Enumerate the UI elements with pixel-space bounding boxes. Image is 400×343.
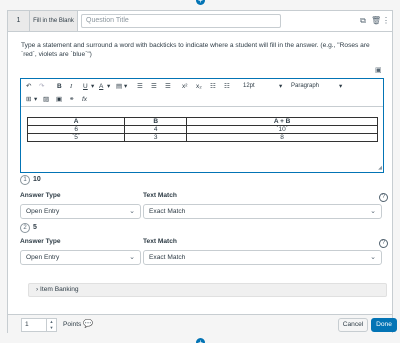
table-header-cell[interactable]: A + B [186,117,378,126]
table-cell[interactable]: 6 [26,125,126,134]
answer-type-value: Open Entry [26,254,60,261]
help-icon[interactable]: ? [379,239,388,248]
answer-type-select[interactable]: Open Entry ⌄ [20,250,141,265]
italic-icon[interactable]: I [70,82,72,91]
chevron-down-icon[interactable]: ▾ [107,82,110,91]
points-input[interactable]: 1 ▲ ▼ [21,318,57,332]
text-match-select[interactable]: Exact Match ⌄ [143,204,382,219]
embed-icon[interactable]: ▣ [375,66,382,74]
table-cell[interactable]: `10` [186,125,378,134]
text-match-select[interactable]: Exact Match ⌄ [143,250,382,265]
image-icon[interactable]: ▨ [43,95,49,104]
align-center-icon[interactable]: ☰ [151,82,157,91]
table-icon[interactable]: ⊞ [26,95,31,104]
text-match-value: Exact Match [149,208,186,215]
redo-icon[interactable]: ↷ [39,82,44,91]
drag-handle-icon[interactable]: ⋮ [382,16,390,25]
question-header: 1 Fill in the Blank Question Title ⧉ 🗑 ⋮ [8,11,392,32]
text-color-icon[interactable]: A [99,82,103,91]
rich-text-editor[interactable]: ↶ ↷ B I U ▾ A ▾ ▤ ▾ ☰ ☰ ☰ x² x₂ ☷ ☷ 12pt… [20,78,384,173]
points-stepper[interactable]: ▲ ▼ [46,319,56,331]
answer-type-label: Answer Type [20,192,61,199]
undo-icon[interactable]: ↶ [26,82,31,91]
add-question-above-button[interactable]: + [196,0,205,5]
chevron-right-icon: › [36,286,39,293]
points-value: 1 [25,321,29,328]
align-left-icon[interactable]: ☰ [137,82,143,91]
subscript-icon[interactable]: x₂ [196,82,202,91]
chevron-down-icon[interactable]: ▾ [279,82,282,91]
chevron-down-icon[interactable]: ▾ [91,82,94,91]
question-footer: 1 ▲ ▼ Points 💬 Cancel Done [8,314,397,333]
font-size-select[interactable]: 12pt [243,81,255,91]
answer-type-select[interactable]: Open Entry ⌄ [20,204,141,219]
item-banking-toggle[interactable]: › Item Banking [28,283,387,297]
table-header-row: A B A + B [26,117,378,126]
chevron-down-icon: ⌄ [129,208,135,215]
feedback-icon[interactable]: 💬 [83,319,93,328]
underline-icon[interactable]: U [83,82,88,91]
chevron-down-icon[interactable]: ▾ [339,82,342,91]
item-banking-label: Item Banking [40,286,79,293]
answer-index-badge: 1 [20,175,30,185]
chevron-down-icon: ⌄ [129,254,135,261]
text-match-label: Text Match [143,192,177,199]
link-icon[interactable]: ⚭ [69,95,74,104]
answer-type-value: Open Entry [26,208,60,215]
editor-toolbar: ↶ ↷ B I U ▾ A ▾ ▤ ▾ ☰ ☰ ☰ x² x₂ ☷ ☷ 12pt… [21,79,383,107]
bold-icon[interactable]: B [57,82,62,91]
table-cell[interactable]: 4 [124,125,188,134]
table-row: 6 4 `10` [26,125,378,134]
answer-index-badge: 2 [20,223,30,233]
chevron-down-icon: ⌄ [370,208,376,215]
table-cell[interactable]: `5` [26,133,126,142]
question-number: 1 [8,11,30,31]
numbered-list-icon[interactable]: ☷ [224,82,230,91]
points-label: Points [63,321,82,328]
table-cell[interactable]: 3 [124,133,188,142]
superscript-icon[interactable]: x² [182,82,187,91]
media-icon[interactable]: ▣ [56,95,62,104]
help-icon[interactable]: ? [379,193,388,202]
answer-type-label: Answer Type [20,238,61,245]
table-row: `5` 3 8 [26,133,378,142]
delete-icon[interactable]: 🗑 [371,16,381,25]
instructions-text: Type a statement and surround a word wit… [21,42,370,58]
done-button[interactable]: Done [371,318,397,332]
text-match-value: Exact Match [149,254,186,261]
chevron-down-icon[interactable]: ▾ [34,95,37,104]
equation-icon[interactable]: fx [82,95,87,104]
table-header-cell[interactable]: A [26,117,126,126]
question-type-label: Fill in the Blank [30,11,78,31]
table-header-cell[interactable]: B [124,117,188,126]
answer-value: 10 [33,176,41,183]
add-question-below-button[interactable]: + [196,338,205,343]
question-title-input[interactable]: Question Title [81,14,281,28]
align-right-icon[interactable]: ☰ [165,82,171,91]
copy-icon[interactable]: ⧉ [359,16,367,25]
bullet-list-icon[interactable]: ☷ [210,82,216,91]
cancel-button[interactable]: Cancel [338,318,368,332]
text-match-label: Text Match [143,238,177,245]
table-cell[interactable]: 8 [186,133,378,142]
resize-handle-icon[interactable]: ◢ [378,165,382,171]
editor-table[interactable]: A B A + B 6 4 `10` `5` 3 8 [26,117,378,142]
block-format-select[interactable]: Paragraph [291,81,319,91]
question-card: 1 Fill in the Blank Question Title ⧉ 🗑 ⋮… [7,10,397,333]
highlight-icon[interactable]: ▤ [116,82,122,91]
answer-value: 5 [33,224,37,231]
chevron-down-icon[interactable]: ▾ [124,82,127,91]
chevron-down-icon: ⌄ [370,254,376,261]
